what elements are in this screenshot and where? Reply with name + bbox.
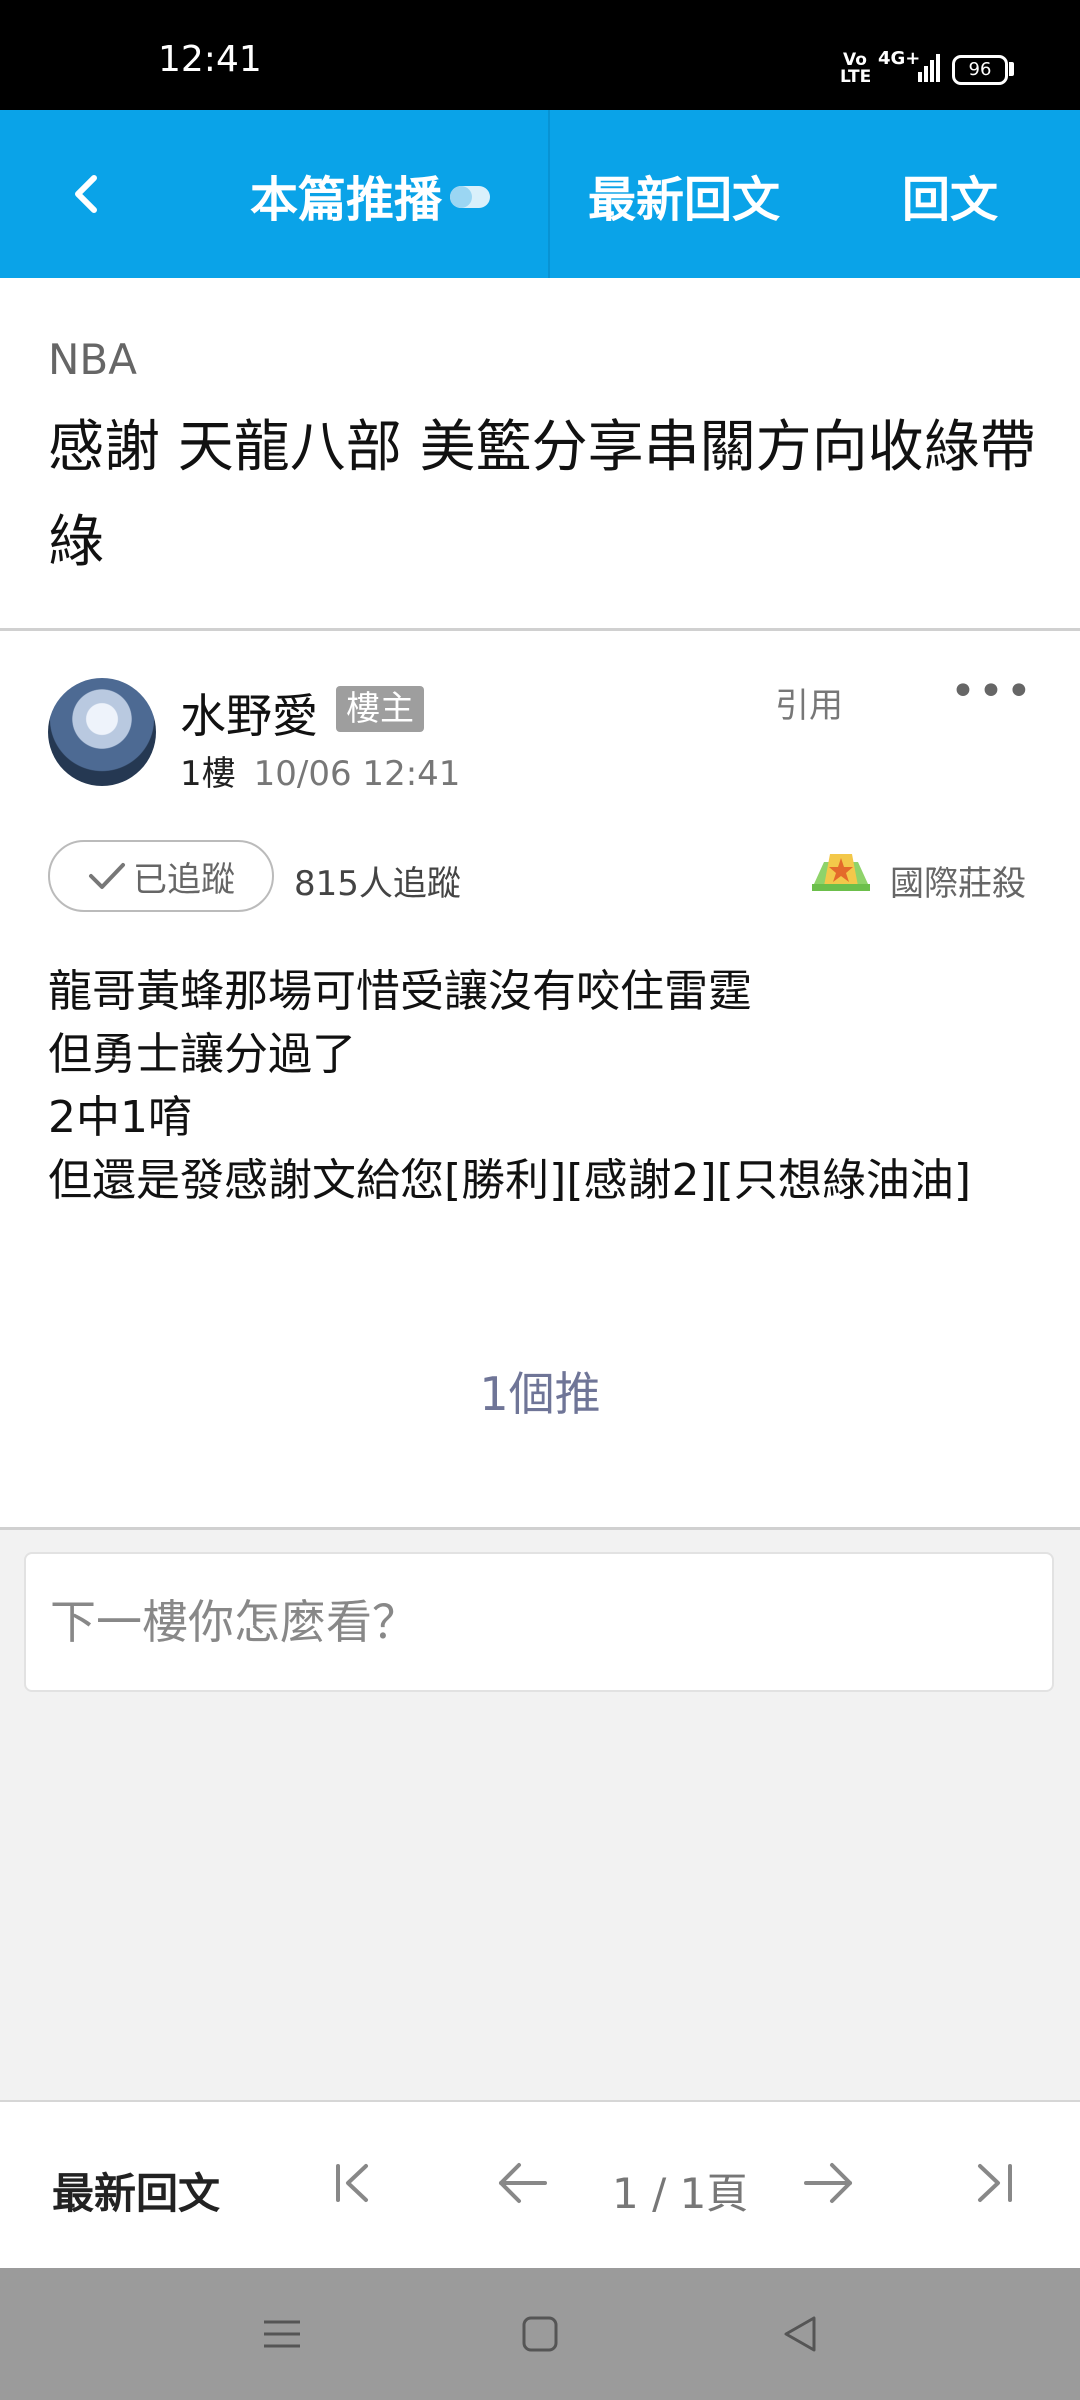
recent-apps-icon[interactable] xyxy=(262,2314,302,2354)
latest-reply-bottom-button[interactable]: 最新回文 xyxy=(52,2160,220,2221)
latest-reply-button[interactable]: 最新回文 xyxy=(588,160,780,230)
last-page-icon[interactable] xyxy=(972,2160,1018,2206)
home-icon[interactable] xyxy=(520,2314,560,2354)
reply-input[interactable] xyxy=(24,1552,1054,1692)
toggle-knob xyxy=(450,186,473,208)
quote-button[interactable]: 引用 xyxy=(775,678,843,727)
divider xyxy=(0,1527,1080,1530)
post-body-line: 但還是發感謝文給您[勝利][感謝2][只想綠油油] xyxy=(48,1155,971,1206)
post-body-line: 龍哥黃蜂那場可惜受讓沒有咬住雷霆 xyxy=(48,966,752,1017)
push-notification-toggle[interactable]: 本篇推播 xyxy=(250,150,491,240)
push-count[interactable]: 1個推 xyxy=(0,1358,1080,1424)
follow-button[interactable]: 已追蹤 xyxy=(48,840,274,912)
divider xyxy=(0,628,1080,631)
achievement-badge-icon xyxy=(812,854,870,891)
header-divider xyxy=(548,110,550,278)
toggle-switch[interactable] xyxy=(450,186,491,208)
more-options-icon[interactable]: ••• xyxy=(950,670,1032,714)
push-label: 本篇推播 xyxy=(250,172,443,228)
prev-page-icon[interactable] xyxy=(495,2160,551,2206)
user-badge-label: 國際莊殺 xyxy=(890,864,1026,904)
op-badge: 樓主 xyxy=(336,686,424,732)
reply-button[interactable]: 回文 xyxy=(902,160,998,230)
volte-icon: Vo LTE xyxy=(840,50,872,87)
follow-label: 已追蹤 xyxy=(133,859,235,900)
first-page-icon[interactable] xyxy=(330,2160,376,2206)
post-body-line: 但勇士讓分過了 xyxy=(48,1029,356,1080)
check-icon xyxy=(89,863,125,889)
page-indicator[interactable]: 1 / 1頁 xyxy=(612,2160,748,2221)
next-page-icon[interactable] xyxy=(800,2160,856,2206)
post-title: 感謝 天龍八部 美籃分享串關方向收綠帶綠 xyxy=(48,415,1036,575)
post-meta: 1樓 10/06 12:41 xyxy=(180,746,460,795)
battery-icon: 96 xyxy=(952,55,1008,85)
avatar[interactable] xyxy=(48,678,156,786)
network-type: 4G+ xyxy=(878,48,921,69)
board-name[interactable]: NBA xyxy=(48,335,137,384)
author-name[interactable]: 水野愛 xyxy=(180,680,318,746)
floor-number: 1樓 xyxy=(180,754,236,794)
post-body: 龍哥黃蜂那場可惜受讓沒有咬住雷霆 但勇士讓分過了 2中1唷 但還是發感謝文給您[… xyxy=(48,960,1048,1212)
back-nav-icon[interactable] xyxy=(780,2314,820,2354)
post-datetime: 10/06 12:41 xyxy=(253,754,461,794)
post-body-line: 2中1唷 xyxy=(48,1092,192,1143)
status-time: 12:41 xyxy=(158,39,262,80)
back-button[interactable] xyxy=(40,130,130,258)
chevron-left-icon xyxy=(75,175,97,213)
follower-count: 815人追蹤 xyxy=(294,864,461,904)
battery-nub xyxy=(1009,62,1014,76)
